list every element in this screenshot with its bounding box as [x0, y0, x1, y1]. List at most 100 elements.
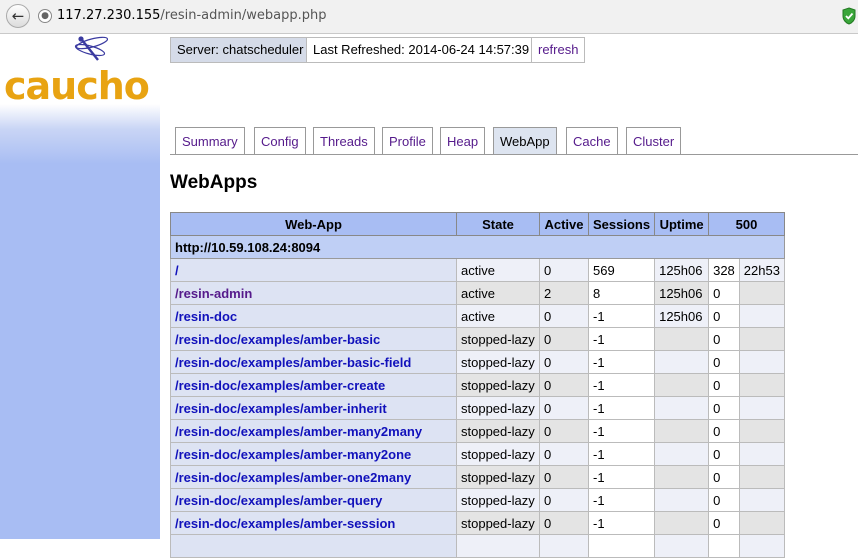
table-row: /resin-doc/examples/amber-create stopped-…	[170, 373, 785, 397]
refresh-link[interactable]: refresh	[531, 37, 586, 63]
logo-text: caucho	[4, 64, 150, 108]
webapp-name-cell: /resin-doc/examples/amber-inherit	[170, 396, 457, 420]
uptime-cell	[654, 511, 710, 535]
error-500-last-cell	[738, 488, 785, 512]
webapp-name-cell: /resin-doc/examples/amber-one2many	[170, 465, 457, 489]
tab-cache[interactable]: Cache	[566, 127, 618, 154]
uptime-cell: 125h06	[654, 258, 710, 282]
webapp-link[interactable]: /	[175, 263, 179, 278]
error-500-last-cell	[738, 281, 785, 305]
address-url[interactable]: 117.27.230.155/resin-admin/webapp.php	[57, 8, 326, 23]
table-row: /resin-doc/examples/amber-query stopped-l…	[170, 488, 785, 512]
back-arrow-icon[interactable]: ←	[6, 4, 30, 28]
uptime-cell	[654, 442, 710, 466]
sessions-cell: -1	[587, 442, 656, 466]
error-500-count-cell: 0	[708, 396, 740, 420]
url-host: 117.27.230.155	[57, 8, 161, 23]
host-row: http://10.59.108.24:8094	[170, 235, 785, 259]
table-row: /resin-doc/examples/amber-many2many stopp…	[170, 419, 785, 443]
col-header-webapp: Web-App	[170, 212, 457, 236]
webapp-link[interactable]: /resin-doc/examples/amber-session	[175, 516, 395, 531]
webapp-link[interactable]: /resin-doc/examples/amber-basic	[175, 332, 380, 347]
webapp-name-cell: /resin-doc/examples/amber-query	[170, 488, 457, 512]
sessions-cell	[587, 534, 656, 558]
uptime-cell	[654, 396, 710, 420]
uptime-cell	[654, 534, 710, 558]
state-cell: stopped-lazy	[456, 373, 540, 397]
sessions-cell: -1	[587, 327, 656, 351]
active-cell: 0	[539, 488, 589, 512]
error-500-last-cell: 22h53	[738, 258, 785, 282]
webapp-link[interactable]: /resin-doc/examples/amber-inherit	[175, 401, 387, 416]
host-label: http://10.59.108.24:8094	[170, 235, 785, 259]
table-row	[170, 534, 785, 558]
error-500-count-cell: 0	[708, 419, 740, 443]
sessions-cell: -1	[587, 419, 656, 443]
error-500-count-cell: 0	[708, 350, 740, 374]
tab-profile[interactable]: Profile	[382, 127, 433, 154]
uptime-cell	[654, 488, 710, 512]
active-cell	[539, 534, 589, 558]
state-cell: stopped-lazy	[456, 511, 540, 535]
webapp-link[interactable]: /resin-doc/examples/amber-basic-field	[175, 355, 411, 370]
error-500-count-cell	[708, 534, 740, 558]
sessions-cell: -1	[587, 373, 656, 397]
error-500-last-cell	[738, 350, 785, 374]
error-500-last-cell	[738, 419, 785, 443]
webapp-link[interactable]: /resin-doc/examples/amber-create	[175, 378, 385, 393]
table-row: / active 0 569 125h06 328 22h53	[170, 258, 785, 282]
sessions-cell: -1	[587, 511, 656, 535]
error-500-last-cell	[738, 465, 785, 489]
state-cell: stopped-lazy	[456, 350, 540, 374]
webapp-name-cell: /	[170, 258, 457, 282]
state-cell: stopped-lazy	[456, 442, 540, 466]
tab-heap[interactable]: Heap	[440, 127, 486, 154]
error-500-last-cell	[738, 396, 785, 420]
webapp-link[interactable]: /resin-doc/examples/amber-query	[175, 493, 382, 508]
webapp-link[interactable]: /resin-doc/examples/amber-one2many	[175, 470, 411, 485]
tab-cluster[interactable]: Cluster	[626, 127, 682, 154]
tab-summary[interactable]: Summary	[175, 127, 245, 154]
state-cell: active	[456, 304, 540, 328]
active-cell: 0	[539, 511, 589, 535]
webapp-name-cell: /resin-doc/examples/amber-many2one	[170, 442, 457, 466]
sessions-cell: -1	[587, 304, 656, 328]
tab-threads[interactable]: Threads	[313, 127, 375, 154]
error-500-last-cell	[738, 442, 785, 466]
uptime-cell	[654, 327, 710, 351]
uptime-cell	[654, 419, 710, 443]
table-row: /resin-doc/examples/amber-one2many stoppe…	[170, 465, 785, 489]
active-cell: 0	[539, 396, 589, 420]
table-row: /resin-doc/examples/amber-basic stopped-l…	[170, 327, 785, 351]
webapp-name-cell: /resin-doc/examples/amber-basic-field	[170, 350, 457, 374]
error-500-last-cell	[738, 304, 785, 328]
tab-config[interactable]: Config	[254, 127, 306, 154]
webapp-link[interactable]: /resin-doc/examples/amber-many2one	[175, 447, 411, 462]
shield-check-icon[interactable]	[842, 7, 856, 25]
uptime-cell	[654, 373, 710, 397]
error-500-count-cell: 0	[708, 281, 740, 305]
state-cell: stopped-lazy	[456, 488, 540, 512]
table-row: /resin-doc/examples/amber-inherit stopped…	[170, 396, 785, 420]
webapp-link[interactable]: /resin-doc	[175, 309, 237, 324]
sessions-cell: -1	[587, 350, 656, 374]
sessions-cell: -1	[587, 488, 656, 512]
left-sidebar	[0, 34, 160, 539]
webapp-link[interactable]: /resin-admin	[175, 286, 252, 301]
error-500-count-cell: 0	[708, 327, 740, 351]
col-header-active: Active	[539, 212, 589, 236]
error-500-count-cell: 0	[708, 511, 740, 535]
uptime-cell: 125h06	[654, 304, 710, 328]
error-500-last-cell	[738, 511, 785, 535]
table-row: /resin-doc/examples/amber-many2one stoppe…	[170, 442, 785, 466]
page-icon: ●	[38, 9, 52, 23]
active-cell: 0	[539, 327, 589, 351]
webapp-name-cell: /resin-doc/examples/amber-many2many	[170, 419, 457, 443]
error-500-count-cell: 328	[708, 258, 740, 282]
tab-webapp[interactable]: WebApp	[493, 127, 557, 155]
webapps-table: Web-App State Active Sessions Uptime 500…	[170, 212, 785, 558]
error-500-count-cell: 0	[708, 442, 740, 466]
webapp-name-cell: /resin-doc/examples/amber-create	[170, 373, 457, 397]
table-header-row: Web-App State Active Sessions Uptime 500	[170, 212, 785, 236]
webapp-link[interactable]: /resin-doc/examples/amber-many2many	[175, 424, 422, 439]
